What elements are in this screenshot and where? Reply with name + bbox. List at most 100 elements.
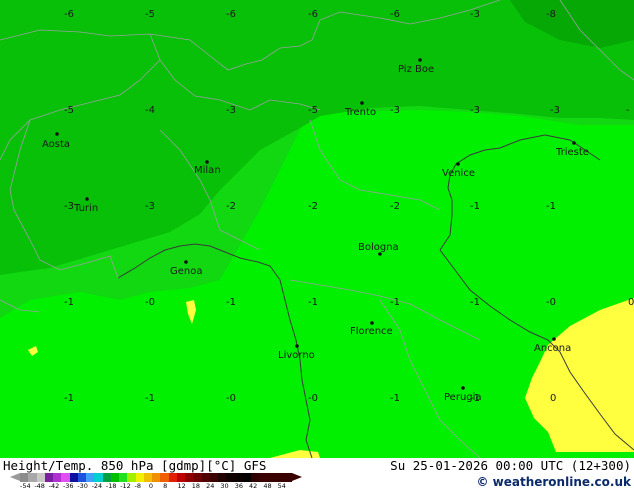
city-dot-icon xyxy=(360,101,364,105)
contour-value-label: -6 xyxy=(64,9,74,20)
city-name: Livorno xyxy=(278,350,315,361)
contour-value-label: -0 xyxy=(226,393,236,404)
contour-value-label: -2 xyxy=(390,201,400,212)
contour-value-label: -5 xyxy=(308,105,318,116)
legend-tick: 24 xyxy=(206,482,215,490)
contour-value-label: -1 xyxy=(226,297,236,308)
legend-swatch xyxy=(86,473,95,482)
legend-ticks: -54 -48 -42 -36 -30 -24 -18 -12 -8 0 8 12 18 24 30 36 42… xyxy=(20,482,292,490)
legend-swatch xyxy=(44,473,53,482)
legend-swatch xyxy=(28,473,37,482)
legend-arrow-right-icon xyxy=(292,473,302,481)
legend-swatch xyxy=(127,473,136,482)
valid-datetime: Su 25-01-2026 00:00 UTC (12+300) xyxy=(390,458,631,473)
legend-swatch xyxy=(119,473,128,482)
legend-swatch xyxy=(160,473,169,482)
city-name: Trento xyxy=(344,107,376,118)
city-name: Aosta xyxy=(42,139,70,150)
legend-tick: -8 xyxy=(134,482,141,490)
city-dot-icon xyxy=(552,337,556,341)
city-dot-icon xyxy=(456,162,460,166)
legend-swatch xyxy=(69,473,78,482)
contour-value-label: -1 xyxy=(546,201,556,212)
contour-value-label: -1 xyxy=(470,297,480,308)
city-name: Perugia xyxy=(444,392,482,403)
city-name: Venice xyxy=(442,168,475,179)
legend-swatch xyxy=(143,473,152,482)
contour-value-label: -0 xyxy=(546,297,556,308)
legend-swatch xyxy=(218,473,227,482)
legend-tick: -24 xyxy=(91,482,103,490)
contour-value-label: -6 xyxy=(390,9,400,20)
city-name: Milan xyxy=(194,165,221,176)
city-name: Ancona xyxy=(534,343,571,354)
legend-swatch xyxy=(284,473,293,482)
legend-swatch xyxy=(226,473,235,482)
legend-tick: -36 xyxy=(62,482,74,490)
contour-value-label: -1 xyxy=(145,393,155,404)
legend-swatch xyxy=(193,473,202,482)
legend-swatch xyxy=(20,473,29,482)
legend-swatch xyxy=(201,473,210,482)
contour-value-label: -1 xyxy=(64,393,74,404)
map-canvas: -6 -5 -6 -6 -6 -3 -8 -5 -4 -3 -5 -3 -3 -3 - -3 -3 -2 -2 -2 -… xyxy=(0,0,634,458)
city-name: Bologna xyxy=(358,242,399,253)
contour-value-label: -3 xyxy=(226,105,236,116)
city-dot-icon xyxy=(184,260,188,264)
contour-value-label: -2 xyxy=(226,201,236,212)
legend-tick: 0 xyxy=(148,482,153,490)
city-dot-icon xyxy=(205,160,209,164)
contour-value-label: -1 xyxy=(390,297,400,308)
legend-swatch xyxy=(77,473,86,482)
city-name: Florence xyxy=(350,326,393,337)
contour-value-label: 0 xyxy=(550,393,556,404)
legend-swatch xyxy=(251,473,260,482)
legend-swatch xyxy=(267,473,276,482)
city-dot-icon xyxy=(461,386,465,390)
legend-tick: 8 xyxy=(163,482,168,490)
weather-map: -6 -5 -6 -6 -6 -3 -8 -5 -4 -3 -5 -3 -3 -3 - -3 -3 -2 -2 -2 -… xyxy=(0,0,634,458)
contour-value-label: -5 xyxy=(145,9,155,20)
legend-swatch xyxy=(102,473,111,482)
legend-tick: 48 xyxy=(263,482,272,490)
legend-swatch xyxy=(61,473,70,482)
contour-value-label: -3 xyxy=(470,105,480,116)
legend-swatch xyxy=(135,473,144,482)
legend-tick: 12 xyxy=(177,482,186,490)
contour-value-label: -3 xyxy=(64,201,74,212)
legend-tick: -12 xyxy=(120,482,131,490)
contour-value-label: -3 xyxy=(145,201,155,212)
city-name: Trieste xyxy=(555,147,589,158)
legend-swatch xyxy=(110,473,119,482)
legend-swatch xyxy=(152,473,161,482)
contour-value-label: -1 xyxy=(390,393,400,404)
contour-value-label: -1 xyxy=(308,297,318,308)
legend-tick: 30 xyxy=(220,482,229,490)
contour-value-label: -6 xyxy=(226,9,236,20)
legend-tick: 18 xyxy=(191,482,201,490)
contour-value-label: -1 xyxy=(470,201,480,212)
contour-value-label: -1 xyxy=(64,297,74,308)
legend-tick: 36 xyxy=(234,482,243,490)
legend-swatch xyxy=(234,473,243,482)
contour-value-label: -2 xyxy=(308,201,318,212)
city-dot-icon xyxy=(370,321,374,325)
city-name: Piz Boe xyxy=(398,64,434,75)
city-dot-icon xyxy=(295,344,299,348)
map-title: Height/Temp. 850 hPa [gdmp][°C] GFS xyxy=(3,458,267,473)
contour-value-label: 0 xyxy=(628,297,634,308)
legend-swatch xyxy=(176,473,185,482)
city-name: Turin xyxy=(73,203,98,214)
legend-swatch xyxy=(185,473,194,482)
contour-value-label: -0 xyxy=(308,393,318,404)
city-dot-icon xyxy=(85,197,89,201)
contour-value-label: -3 xyxy=(390,105,400,116)
legend-swatch xyxy=(168,473,177,482)
legend-swatch xyxy=(242,473,251,482)
legend-tick: -54 xyxy=(20,482,31,490)
map-footer: Height/Temp. 850 hPa [gdmp][°C] GFS Su 2… xyxy=(0,458,634,490)
site-credit[interactable]: © weatheronline.co.uk xyxy=(476,475,631,489)
legend-swatches xyxy=(20,473,293,482)
legend-swatch xyxy=(275,473,284,482)
legend-swatch xyxy=(209,473,218,482)
